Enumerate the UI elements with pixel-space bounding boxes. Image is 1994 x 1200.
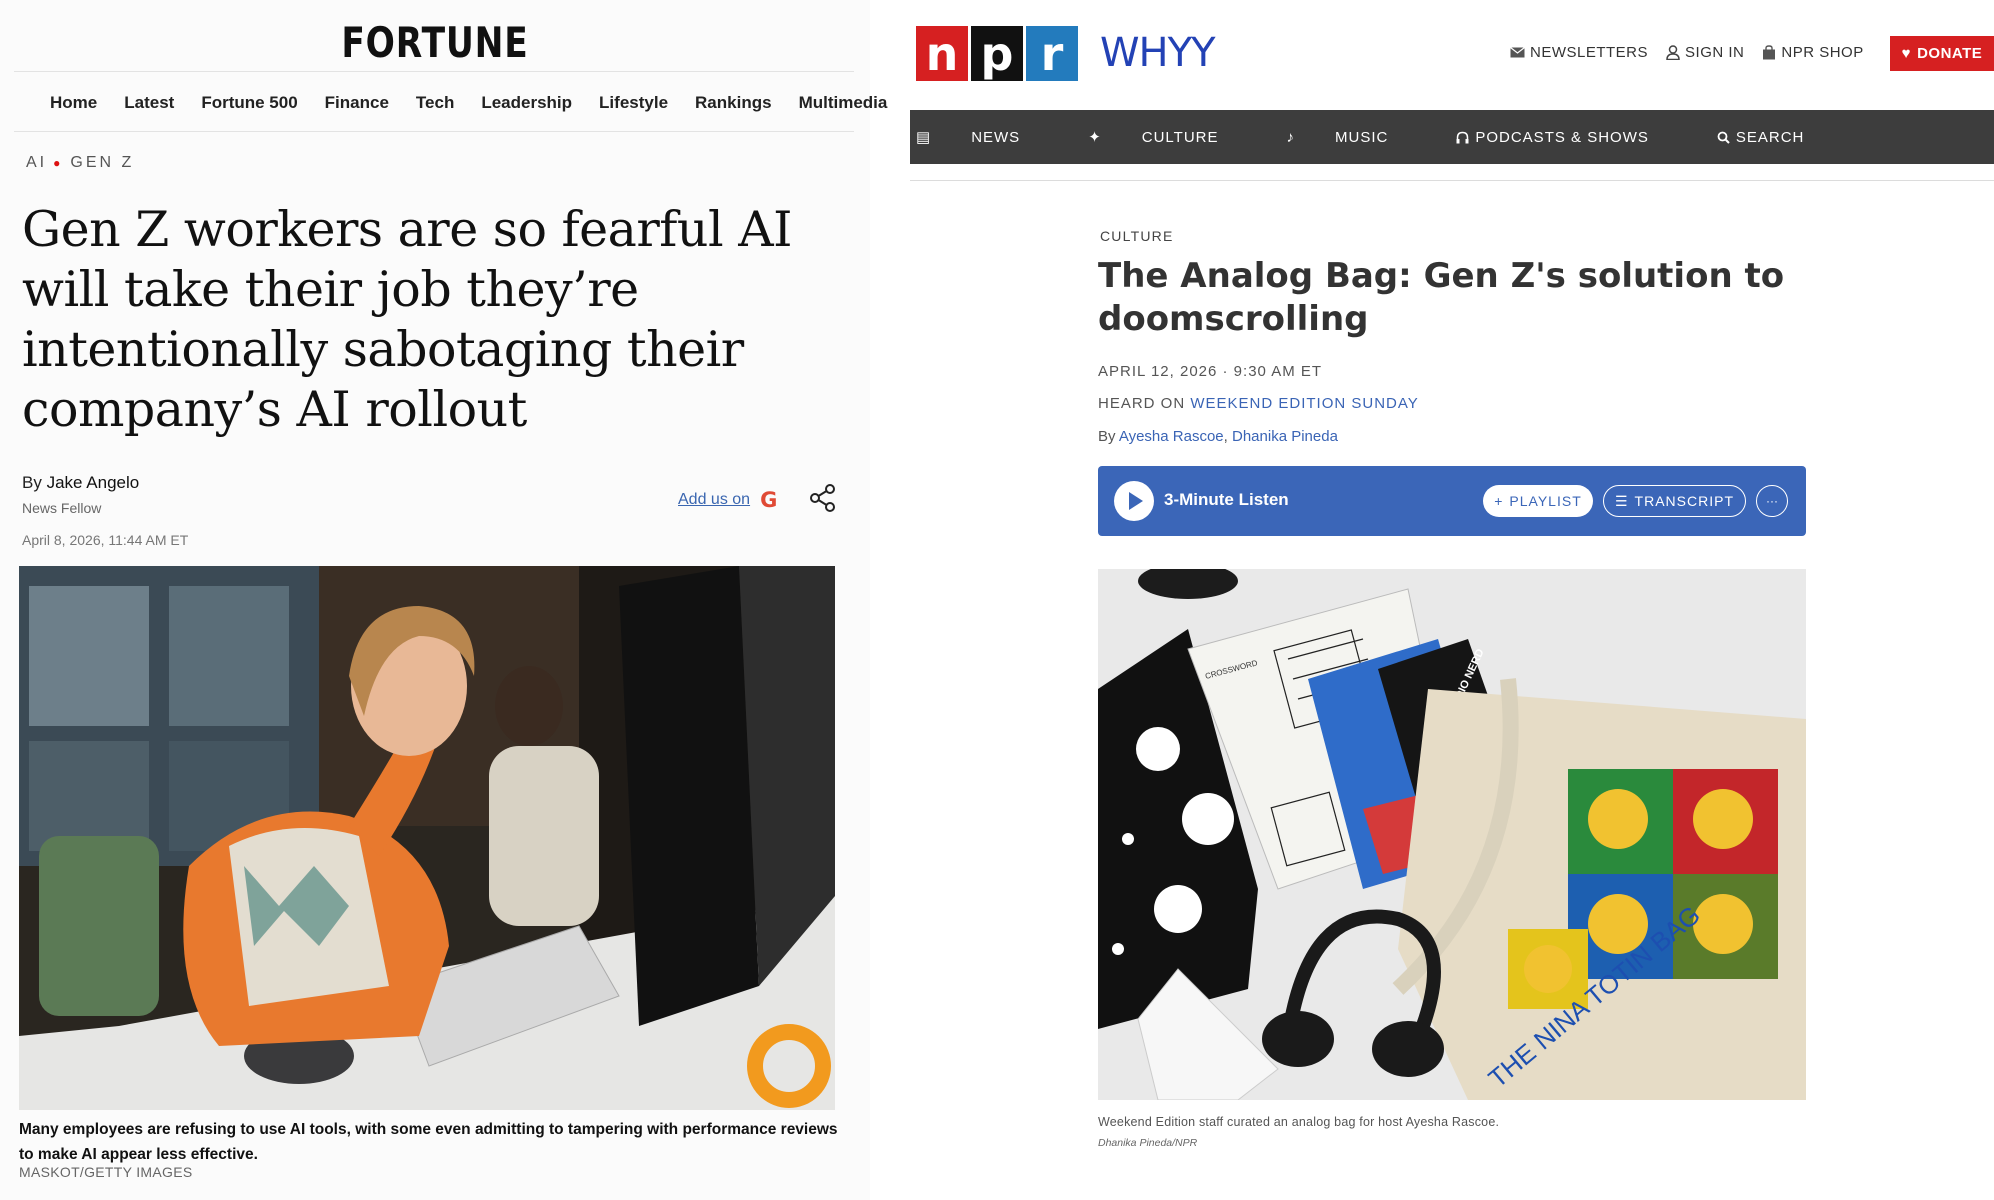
nav-item-search[interactable]: SEARCH bbox=[1717, 129, 1839, 146]
article-headline: Gen Z workers are so fearful AI will tak… bbox=[22, 201, 792, 438]
byline: By Ayesha Rascoe, Dhanika Pineda bbox=[1098, 428, 1338, 445]
add-us-link[interactable]: Add us on bbox=[678, 491, 750, 509]
author-link[interactable]: Jake Angelo bbox=[47, 473, 140, 492]
headphones-icon bbox=[1456, 131, 1469, 143]
byline-prefix: By bbox=[1098, 428, 1116, 445]
sign-in-link[interactable]: SIGN IN bbox=[1666, 44, 1744, 61]
npr-logo-p: p bbox=[971, 26, 1023, 81]
byline-prefix: By bbox=[22, 473, 42, 492]
divider bbox=[14, 131, 854, 132]
listen-duration-label: 3-Minute Listen bbox=[1164, 490, 1289, 509]
photo-credit: MASKOT/GETTY IMAGES bbox=[19, 1164, 193, 1180]
nav-item-podcasts-shows[interactable]: PODCASTS & SHOWS bbox=[1456, 129, 1683, 146]
divider bbox=[14, 71, 854, 72]
publish-date: April 8, 2026, 11:44 AM ET bbox=[22, 532, 189, 548]
more-options-button[interactable]: ··· bbox=[1756, 485, 1788, 517]
nav-culture-label: CULTURE bbox=[1141, 128, 1219, 146]
news-icon: ▤ bbox=[916, 129, 932, 146]
npr-shop-label: NPR SHOP bbox=[1781, 44, 1864, 61]
heard-on: HEARD ON WEEKEND EDITION SUNDAY bbox=[1098, 395, 1419, 412]
utility-links: NEWSLETTERS SIGN IN NPR SHOP bbox=[1510, 44, 1864, 61]
nav-news-label: NEWS bbox=[971, 128, 1021, 146]
transcript-button[interactable]: ☰ TRANSCRIPT bbox=[1603, 485, 1746, 517]
publish-date: APRIL 12, 2026 · 9:30 AM ET bbox=[1098, 363, 1323, 380]
envelope-icon bbox=[1510, 47, 1525, 58]
heard-on-prefix: HEARD ON bbox=[1098, 395, 1186, 412]
shopping-bag-icon bbox=[1763, 45, 1776, 60]
search-icon bbox=[1717, 131, 1730, 144]
nav-item-leadership[interactable]: Leadership bbox=[481, 93, 572, 113]
npr-page: n p r WHYY NEWSLETTERS SIGN IN NPR SHOP … bbox=[910, 0, 1994, 1200]
analog-bag-photo: CROSSWORD PUBLIC RADIO NERD THE NINA TOT… bbox=[1098, 569, 1806, 1100]
nav-music-label: MUSIC bbox=[1335, 128, 1389, 146]
nav-search-label: SEARCH bbox=[1735, 128, 1805, 146]
breadcrumb-ai[interactable]: AI bbox=[26, 154, 47, 172]
transcript-label: TRANSCRIPT bbox=[1634, 493, 1734, 509]
user-icon bbox=[1666, 45, 1680, 60]
transcript-icon: ☰ bbox=[1614, 492, 1629, 509]
byline: By Jake Angelo bbox=[22, 473, 139, 493]
add-to-playlist-button[interactable]: + PLAYLIST bbox=[1483, 485, 1593, 517]
station-logo[interactable]: WHYY bbox=[1100, 30, 1215, 76]
section-slug[interactable]: CULTURE bbox=[1100, 228, 1173, 244]
hero-photo-woman-at-computer bbox=[19, 566, 835, 1110]
nav-item-news[interactable]: ▤ NEWS bbox=[916, 128, 1054, 147]
author-role: News Fellow bbox=[22, 500, 102, 516]
divider bbox=[910, 180, 1994, 181]
play-button[interactable] bbox=[1114, 481, 1154, 521]
npr-logo-r: r bbox=[1026, 26, 1078, 81]
sign-in-label: SIGN IN bbox=[1685, 44, 1745, 61]
heard-on-show-link[interactable]: WEEKEND EDITION SUNDAY bbox=[1190, 395, 1418, 412]
donate-button[interactable]: ♥ DONATE bbox=[1890, 36, 1994, 71]
nav-item-culture[interactable]: ✦ CULTURE bbox=[1088, 128, 1252, 147]
nav-item-tech[interactable]: Tech bbox=[416, 93, 454, 113]
article-headline: The Analog Bag: Gen Z's solution to doom… bbox=[1098, 256, 1785, 339]
photo-caption: Many employees are refusing to use AI to… bbox=[19, 1121, 838, 1163]
npr-logo-n: n bbox=[916, 26, 968, 81]
nav-item-finance[interactable]: Finance bbox=[325, 93, 389, 113]
nav-podcasts-label: PODCASTS & SHOWS bbox=[1475, 128, 1649, 146]
npr-logo[interactable]: n p r bbox=[916, 26, 1081, 81]
photo-caption: Weekend Edition staff curated an analog … bbox=[1098, 1115, 1500, 1129]
nav-item-lifestyle[interactable]: Lifestyle bbox=[599, 93, 668, 113]
nav-item-latest[interactable]: Latest bbox=[124, 93, 174, 113]
author-link[interactable]: Dhanika Pineda bbox=[1232, 428, 1338, 445]
donate-label: DONATE bbox=[1917, 45, 1983, 62]
npr-nav: ▤ NEWS ✦ CULTURE ♪ MUSIC PODCASTS & SHOW… bbox=[910, 110, 1994, 164]
music-note-icon: ♪ bbox=[1286, 128, 1295, 146]
fortune-page: FORTUNE Home Latest Fortune 500 Finance … bbox=[0, 0, 887, 1200]
author-link[interactable]: Ayesha Rascoe bbox=[1119, 428, 1224, 445]
playlist-label: PLAYLIST bbox=[1509, 493, 1582, 509]
photo-credit: Dhanika Pineda/NPR bbox=[1098, 1137, 1198, 1149]
fortune-nav: Home Latest Fortune 500 Finance Tech Lea… bbox=[50, 93, 914, 113]
nav-item-multimedia[interactable]: Multimedia bbox=[799, 93, 888, 113]
heart-icon: ♥ bbox=[1901, 45, 1912, 62]
breadcrumb-gen-z[interactable]: GEN Z bbox=[70, 154, 134, 172]
culture-icon: ✦ bbox=[1088, 129, 1102, 146]
nav-item-rankings[interactable]: Rankings bbox=[695, 93, 772, 113]
fortune-logo[interactable]: FORTUNE bbox=[78, 18, 791, 67]
share-icon[interactable] bbox=[808, 483, 838, 513]
breadcrumb-separator-dot: ● bbox=[53, 156, 61, 170]
nav-item-fortune-500[interactable]: Fortune 500 bbox=[201, 93, 297, 113]
newsletters-label: NEWSLETTERS bbox=[1530, 44, 1649, 61]
breadcrumb: AI ● GEN Z bbox=[26, 154, 134, 172]
newsletters-link[interactable]: NEWSLETTERS bbox=[1510, 44, 1648, 61]
npr-shop-link[interactable]: NPR SHOP bbox=[1762, 44, 1863, 61]
audio-player: 3-Minute Listen + PLAYLIST ☰ TRANSCRIPT … bbox=[1098, 466, 1806, 536]
nav-item-music[interactable]: ♪ MUSIC bbox=[1287, 129, 1423, 146]
nav-item-home[interactable]: Home bbox=[50, 93, 97, 113]
google-icon: G bbox=[760, 488, 778, 512]
plus-icon: + bbox=[1494, 493, 1504, 509]
author-separator: , bbox=[1223, 428, 1228, 445]
add-us-on-google[interactable]: Add us on G bbox=[678, 488, 777, 512]
